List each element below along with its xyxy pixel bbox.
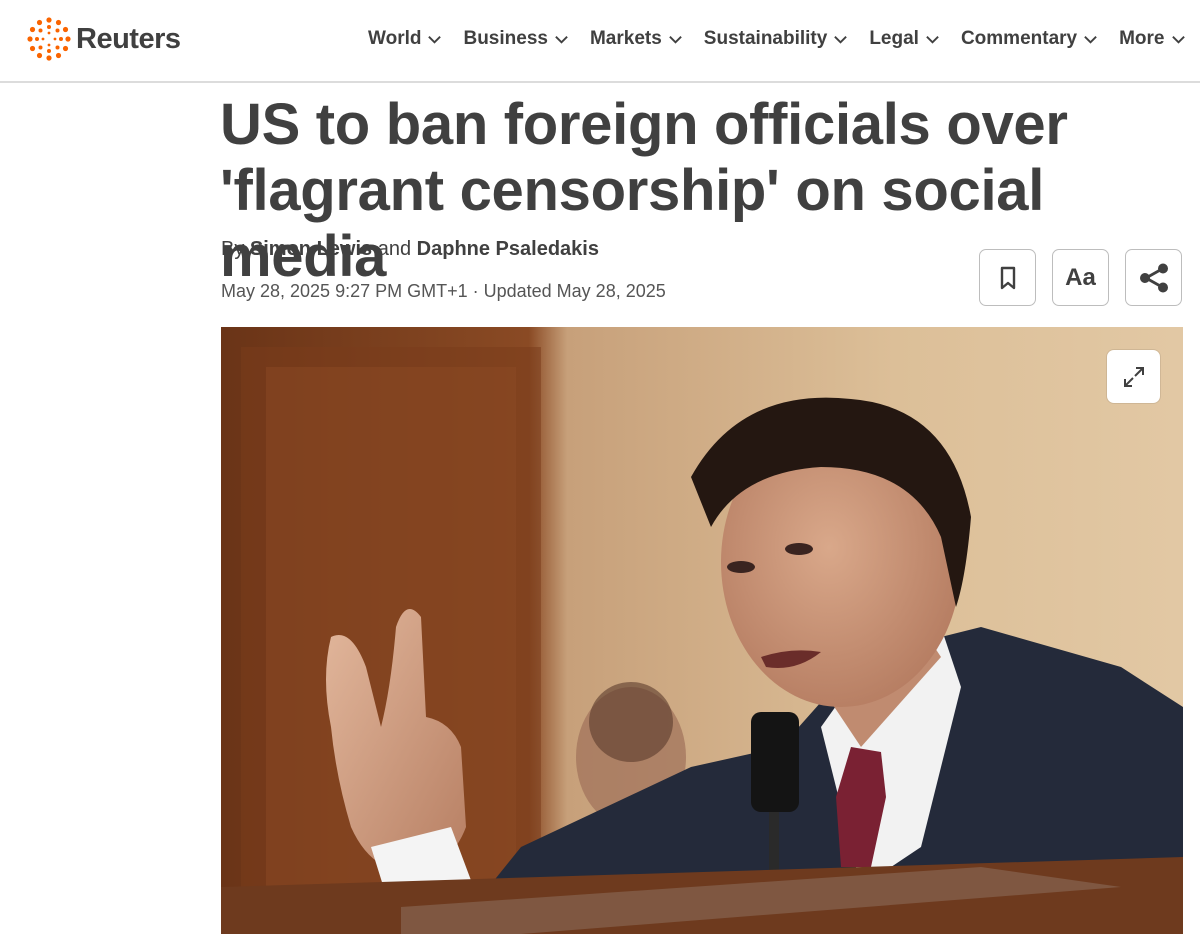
byline-prefix: By xyxy=(221,238,245,260)
chevron-down-icon xyxy=(1171,35,1185,44)
chevron-down-icon xyxy=(555,35,568,44)
text-size-button[interactable]: Aa xyxy=(1052,249,1109,306)
chevron-down-icon xyxy=(428,35,442,44)
reuters-logo[interactable]: Reuters xyxy=(26,16,181,62)
nav-item-label: More xyxy=(1119,28,1165,49)
nav-item-label: Business xyxy=(463,28,548,49)
nav-item-business[interactable]: Business xyxy=(463,28,568,50)
nav-item-world[interactable]: World xyxy=(368,28,442,50)
nav-item-label: Legal xyxy=(869,28,919,49)
chevron-down-icon xyxy=(669,35,682,44)
byline-joiner: and xyxy=(377,238,412,260)
byline: By Simon Lewis and Daphne Psaledakis xyxy=(221,238,599,261)
nav-item-label: World xyxy=(368,28,422,49)
text-size-icon: Aa xyxy=(1065,263,1096,291)
nav-item-label: Markets xyxy=(589,28,662,49)
chevron-down-icon xyxy=(834,35,848,44)
chevron-down-icon xyxy=(926,35,939,44)
bookmark-button[interactable] xyxy=(979,249,1036,306)
nav-item-label: Sustainability xyxy=(703,28,828,49)
author-link[interactable]: Simon Lewis xyxy=(250,238,372,260)
share-icon xyxy=(1139,263,1168,292)
article-timestamp: May 28, 2025 9:27 PM GMT+1 · Updated May… xyxy=(221,281,666,301)
brand-name: Reuters xyxy=(76,22,181,55)
chevron-down-icon xyxy=(1084,35,1097,44)
nav-item-sustainability[interactable]: Sustainability xyxy=(704,28,849,50)
share-button[interactable] xyxy=(1125,249,1182,306)
nav-item-markets[interactable]: Markets xyxy=(590,28,683,50)
expand-icon xyxy=(1123,366,1144,387)
nav-item-more[interactable]: More xyxy=(1119,28,1185,50)
bookmark-icon xyxy=(1000,266,1015,289)
lead-photo[interactable] xyxy=(221,327,1183,934)
nav-item-commentary[interactable]: Commentary xyxy=(961,28,1098,50)
site-header: Reuters World Business Markets Sustainab… xyxy=(0,0,1200,83)
author-link[interactable]: Daphne Psaledakis xyxy=(417,238,599,260)
main-nav: World Business Markets Sustainability Le… xyxy=(368,28,1200,50)
reuters-dots-logo-icon xyxy=(27,17,71,61)
nav-item-label: Commentary xyxy=(960,28,1078,49)
lead-photo-image xyxy=(221,327,1183,934)
expand-image-button[interactable] xyxy=(1107,350,1160,403)
nav-item-legal[interactable]: Legal xyxy=(869,28,940,50)
